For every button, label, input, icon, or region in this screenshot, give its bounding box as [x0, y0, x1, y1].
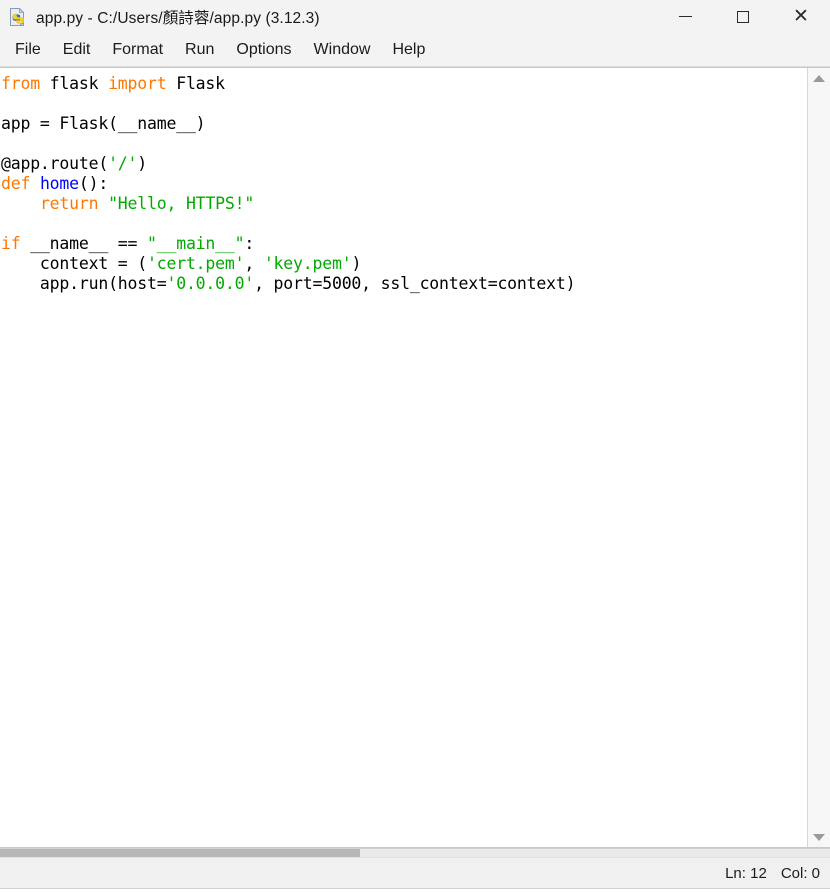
- code-token: home: [39, 174, 79, 193]
- code-token: , port=5000, ssl_context=context): [254, 274, 576, 293]
- idle-editor-window: app.py - C:/Users/顏詩蓉/app.py (3.12.3) ✕ …: [0, 0, 830, 893]
- code-token: ,: [244, 254, 264, 273]
- menu-item-options[interactable]: Options: [225, 38, 302, 62]
- status-line-indicator: Ln: 12: [725, 864, 767, 882]
- scroll-up-button[interactable]: [808, 68, 830, 88]
- horizontal-scrollbar-thumb[interactable]: [0, 849, 360, 857]
- code-token: from: [1, 74, 40, 93]
- code-token: '0.0.0.0': [166, 274, 255, 293]
- maximize-icon: [737, 10, 749, 23]
- window-title: app.py - C:/Users/顏詩蓉/app.py (3.12.3): [36, 9, 320, 27]
- code-token: :: [244, 234, 255, 253]
- close-button[interactable]: ✕: [772, 0, 830, 33]
- code-token: import: [108, 74, 167, 93]
- menu-item-run[interactable]: Run: [174, 38, 225, 62]
- minimize-button[interactable]: [656, 0, 714, 33]
- code-token: ): [351, 254, 362, 273]
- code-token: flask: [39, 74, 109, 93]
- horizontal-scrollbar[interactable]: [0, 848, 830, 857]
- editor-region: from flask import Flask app = Flask(__na…: [0, 67, 830, 848]
- menu-item-file[interactable]: File: [4, 38, 52, 62]
- code-token: @app.route(: [1, 154, 109, 173]
- code-token: if: [1, 234, 21, 253]
- vertical-scrollbar[interactable]: [807, 68, 830, 847]
- maximize-button[interactable]: [714, 0, 772, 33]
- window-bottom-edge: [0, 888, 830, 893]
- title-bar[interactable]: app.py - C:/Users/顏詩蓉/app.py (3.12.3) ✕: [0, 0, 830, 34]
- scroll-down-arrow-icon: [813, 833, 825, 841]
- menu-item-format[interactable]: Format: [101, 38, 174, 62]
- menu-item-edit[interactable]: Edit: [52, 38, 102, 62]
- minimize-icon: [678, 15, 692, 18]
- code-token: Flask: [166, 74, 225, 93]
- code-token: return: [39, 194, 99, 213]
- code-token: 'key.pem': [263, 254, 352, 273]
- code-token: context = (: [1, 254, 148, 273]
- python-file-icon: [8, 7, 28, 27]
- close-icon: ✕: [793, 5, 809, 27]
- code-token: ():: [78, 174, 109, 193]
- scroll-up-arrow-icon: [813, 74, 825, 82]
- code-editor[interactable]: from flask import Flask app = Flask(__na…: [0, 68, 807, 847]
- code-token: "__main__": [147, 234, 245, 253]
- window-controls: ✕: [656, 0, 830, 33]
- code-token: "Hello, HTTPS!": [108, 194, 255, 213]
- code-token: def: [1, 174, 31, 193]
- code-token: ): [137, 154, 148, 173]
- code-token: 'cert.pem': [147, 254, 245, 273]
- code-token: app.run(host=: [1, 274, 167, 293]
- vertical-scrollbar-track[interactable]: [808, 88, 830, 827]
- scroll-down-button[interactable]: [808, 827, 830, 847]
- code-token: __name__ ==: [20, 234, 148, 253]
- menu-item-window[interactable]: Window: [303, 38, 382, 62]
- status-bar: Ln: 12 Col: 0: [0, 857, 830, 888]
- code-token: '/': [108, 154, 138, 173]
- menu-item-help[interactable]: Help: [381, 38, 436, 62]
- code-token: app = Flask(__name__): [1, 114, 206, 133]
- code-text[interactable]: from flask import Flask app = Flask(__na…: [0, 70, 807, 294]
- menu-bar: File Edit Format Run Options Window Help: [0, 34, 830, 67]
- status-column-indicator: Col: 0: [780, 864, 820, 882]
